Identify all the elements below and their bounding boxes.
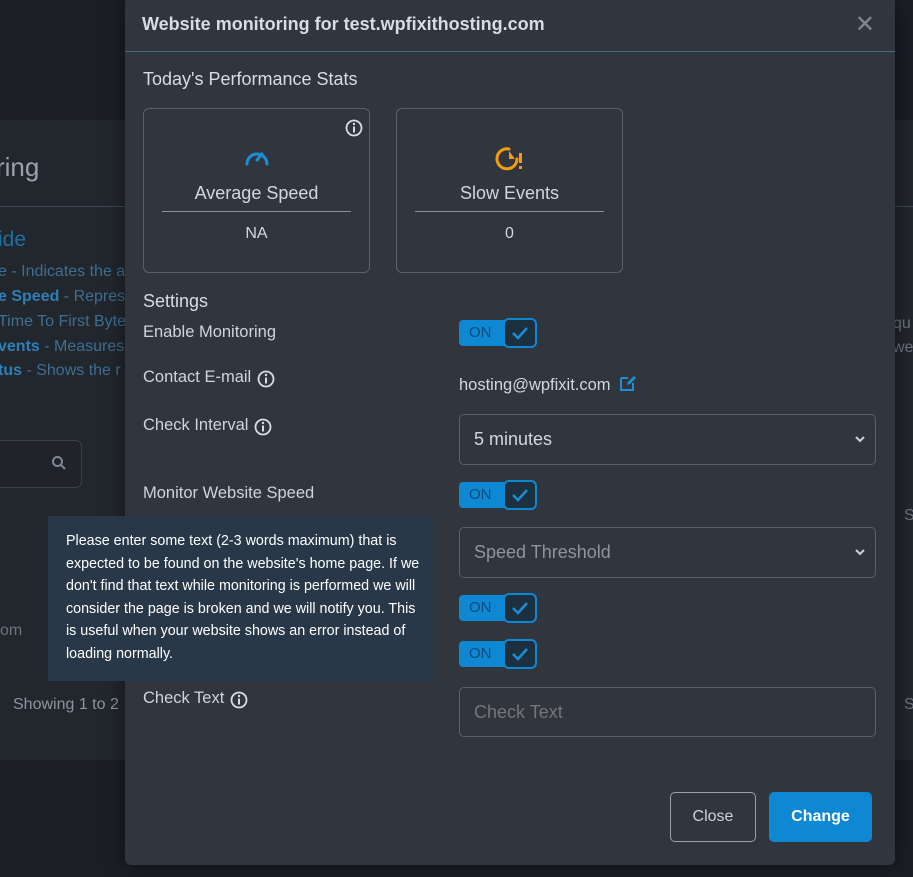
background-pagination-info: Showing 1 to 2	[13, 696, 119, 713]
close-icon[interactable]: ✕	[855, 10, 875, 39]
toggle-on-text: ON	[459, 482, 507, 508]
info-icon[interactable]	[254, 418, 272, 435]
background-fragment: S	[904, 507, 913, 524]
check-text-tooltip: Please enter some text (2-3 words maximu…	[48, 516, 433, 681]
toggle-on-text: ON	[459, 641, 507, 667]
slow-events-label: Slow Events	[459, 183, 560, 203]
check-interval-select[interactable]: 5 minutes	[459, 414, 876, 465]
card-divider	[162, 211, 351, 212]
toggle-on-text: ON	[459, 595, 507, 621]
enable-monitoring-label: Enable Monitoring	[143, 323, 276, 341]
speed-threshold-select[interactable]: Speed Threshold	[459, 527, 876, 578]
average-speed-card: Average Speed NA	[143, 108, 370, 273]
monitor-speed-label: Monitor Website Speed	[143, 484, 315, 502]
background-title: ring	[0, 152, 40, 182]
settings-heading: Settings	[143, 291, 209, 311]
info-icon[interactable]	[345, 119, 363, 142]
website-monitoring-modal: Website monitoring for test.wpfixithosti…	[125, 0, 895, 865]
enable-monitoring-toggle[interactable]: ON	[459, 318, 537, 348]
background-guide-line: vents - Measures	[0, 338, 125, 355]
background-guide-line: tus - Shows the r	[0, 362, 121, 379]
info-icon[interactable]	[257, 370, 275, 387]
edit-icon[interactable]	[619, 374, 637, 397]
toggle-on-text: ON	[459, 320, 507, 346]
slow-events-value: 0	[505, 225, 514, 242]
check-interval-label: Check Interval	[143, 416, 272, 435]
check-text-label: Check Text	[143, 689, 248, 708]
stats-heading: Today's Performance Stats	[143, 69, 358, 89]
checkmark-icon	[503, 593, 537, 623]
chevron-down-icon	[855, 528, 865, 597]
background-search-box	[0, 440, 82, 488]
contact-email-label: Contact E-mail	[143, 368, 275, 387]
checkmark-icon	[503, 318, 537, 348]
background-fragment: S	[904, 696, 913, 713]
background-guide-line: e Speed - Repres	[0, 288, 126, 305]
info-icon[interactable]	[230, 691, 248, 708]
checkmark-icon	[503, 639, 537, 669]
card-divider	[415, 211, 604, 212]
chevron-down-icon	[855, 415, 865, 484]
background-fragment: we	[893, 339, 913, 356]
check-text-input[interactable]	[459, 687, 876, 737]
background-fragment: om	[0, 622, 23, 639]
slow-events-card: Slow Events 0	[396, 108, 623, 273]
average-speed-label: Average Speed	[194, 183, 319, 203]
contact-email-value: hosting@wpfixit.com	[459, 374, 637, 397]
search-icon	[51, 455, 67, 476]
checkmark-icon	[503, 480, 537, 510]
change-button[interactable]: Change	[769, 792, 872, 842]
monitor-speed-toggle[interactable]: ON	[459, 480, 537, 510]
monitoring-toggle-3[interactable]: ON	[459, 593, 537, 623]
background-guide-line: e - Indicates the a	[0, 263, 126, 280]
monitoring-toggle-4[interactable]: ON	[459, 639, 537, 669]
background-fragment: qu	[893, 315, 911, 332]
speedometer-icon	[144, 145, 369, 174]
modal-header: Website monitoring for test.wpfixithosti…	[125, 0, 895, 52]
background-guide-heading: ide	[0, 228, 27, 251]
slow-clock-alert-icon	[397, 145, 622, 178]
average-speed-value: NA	[245, 225, 268, 242]
close-button[interactable]: Close	[670, 792, 756, 842]
background-guide-line: Time To First Byte	[0, 313, 127, 330]
modal-title: Website monitoring for test.wpfixithosti…	[142, 14, 545, 34]
